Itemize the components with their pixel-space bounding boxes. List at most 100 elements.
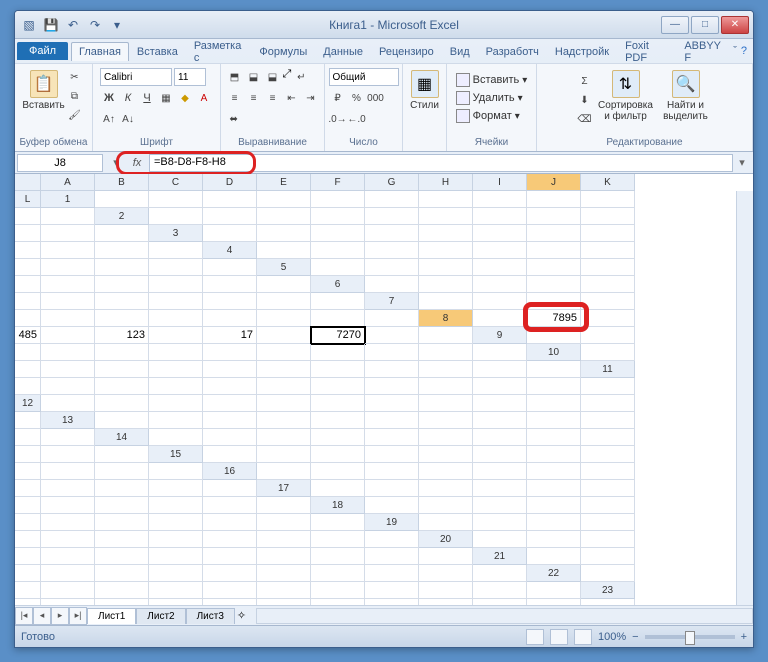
cell-K17[interactable]: [203, 497, 257, 514]
cell-E18[interactable]: [581, 497, 635, 514]
format-cells-button[interactable]: Формат ▾: [454, 108, 530, 124]
save-icon[interactable]: 💾: [41, 15, 61, 35]
cell-G8[interactable]: [149, 327, 203, 344]
cell-A4[interactable]: [257, 242, 311, 259]
cell-G22[interactable]: [257, 582, 311, 599]
cell-D2[interactable]: [311, 208, 365, 225]
cell-A8[interactable]: [473, 310, 527, 327]
cell-A7[interactable]: [419, 293, 473, 310]
cell-A23[interactable]: [15, 599, 41, 605]
cell-L11[interactable]: [581, 378, 635, 395]
cell-K21[interactable]: [419, 565, 473, 582]
cell-E7[interactable]: [15, 310, 41, 327]
cell-L14[interactable]: [95, 446, 149, 463]
col-header-A[interactable]: A: [41, 174, 95, 191]
zoom-slider[interactable]: [645, 635, 735, 639]
insert-cells-button[interactable]: Вставить ▾: [454, 72, 530, 88]
cell-G5[interactable]: [15, 276, 41, 293]
cell-E23[interactable]: [203, 599, 257, 605]
cell-B11[interactable]: [41, 378, 95, 395]
cell-E1[interactable]: [311, 191, 365, 208]
redo-icon[interactable]: ↷: [85, 15, 105, 35]
new-sheet-button[interactable]: ✧: [237, 609, 246, 622]
help-icon[interactable]: ?: [741, 45, 747, 57]
paste-button[interactable]: 📋Вставить: [24, 68, 64, 113]
cell-D18[interactable]: [527, 497, 581, 514]
col-header-E[interactable]: E: [257, 174, 311, 191]
cell-F20[interactable]: [95, 548, 149, 565]
col-header-D[interactable]: D: [203, 174, 257, 191]
col-header-C[interactable]: C: [149, 174, 203, 191]
cell-K13[interactable]: [15, 429, 41, 446]
cell-C14[interactable]: [257, 429, 311, 446]
cell-F14[interactable]: [419, 429, 473, 446]
cell-G18[interactable]: [41, 514, 95, 531]
cell-B6[interactable]: [419, 276, 473, 293]
align-right-button[interactable]: ≡: [264, 89, 282, 107]
cell-E2[interactable]: [365, 208, 419, 225]
cell-K19[interactable]: [311, 531, 365, 548]
row-header-22[interactable]: 22: [527, 565, 581, 582]
autosum-button[interactable]: Σ: [576, 72, 594, 90]
cell-C21[interactable]: [15, 565, 41, 582]
cell-L17[interactable]: [257, 497, 311, 514]
cell-F8[interactable]: 123: [95, 327, 149, 344]
vertical-scrollbar[interactable]: [736, 191, 753, 605]
col-header-B[interactable]: B: [95, 174, 149, 191]
align-top-button[interactable]: ⬒: [226, 68, 244, 86]
cell-H13[interactable]: [473, 412, 527, 429]
cell-C15[interactable]: [311, 446, 365, 463]
tab-view[interactable]: Вид: [442, 42, 478, 61]
decrease-indent-button[interactable]: ⇤: [283, 89, 301, 107]
cell-E6[interactable]: [581, 276, 635, 293]
cell-B18[interactable]: [419, 497, 473, 514]
italic-button[interactable]: К: [119, 89, 137, 107]
formula-input[interactable]: =B8-D8-F8-H8: [149, 154, 733, 172]
cell-H15[interactable]: [581, 446, 635, 463]
col-header-F[interactable]: F: [311, 174, 365, 191]
cell-J19[interactable]: [257, 531, 311, 548]
bold-button[interactable]: Ж: [100, 89, 118, 107]
minimize-button[interactable]: —: [661, 16, 689, 34]
delete-cells-button[interactable]: Удалить ▾: [454, 90, 530, 106]
sort-filter-button[interactable]: ⇅Сортировка и фильтр: [596, 68, 656, 124]
cell-E17[interactable]: [527, 480, 581, 497]
cell-D4[interactable]: [419, 242, 473, 259]
increase-decimal-button[interactable]: .0→: [329, 110, 347, 128]
zoom-level[interactable]: 100%: [598, 631, 626, 643]
cut-icon[interactable]: ✂: [66, 68, 84, 86]
tab-addins[interactable]: Надстройк: [547, 42, 617, 61]
cell-G12[interactable]: [365, 395, 419, 412]
cell-K3[interactable]: [95, 242, 149, 259]
cell-A3[interactable]: [203, 225, 257, 242]
cell-E13[interactable]: [311, 412, 365, 429]
cell-A1[interactable]: [95, 191, 149, 208]
cell-F18[interactable]: [15, 514, 41, 531]
cell-C7[interactable]: [527, 293, 581, 310]
cell-E9[interactable]: [95, 344, 149, 361]
sheet-tab-3[interactable]: Лист3: [186, 608, 235, 624]
cell-A2[interactable]: [149, 208, 203, 225]
fill-button[interactable]: ⬇: [576, 91, 594, 109]
cell-J7[interactable]: [257, 310, 311, 327]
sheet-nav-next[interactable]: ▸: [51, 607, 69, 625]
cell-L23[interactable]: [581, 599, 635, 605]
cell-L21[interactable]: [473, 565, 527, 582]
row-header-6[interactable]: 6: [311, 276, 365, 293]
row-header-2[interactable]: 2: [95, 208, 149, 225]
cell-K23[interactable]: [527, 599, 581, 605]
undo-icon[interactable]: ↶: [63, 15, 83, 35]
percent-button[interactable]: %: [348, 89, 366, 107]
orientation-button[interactable]: ⤢: [283, 68, 292, 86]
row-header-10[interactable]: 10: [527, 344, 581, 361]
cell-D8[interactable]: 485: [15, 327, 41, 344]
cell-J10[interactable]: [419, 361, 473, 378]
cell-K2[interactable]: [41, 225, 95, 242]
cell-K15[interactable]: [95, 463, 149, 480]
cell-H7[interactable]: [149, 310, 203, 327]
cell-C9[interactable]: [15, 344, 41, 361]
format-painter-icon[interactable]: 🖌: [66, 106, 84, 124]
cell-I6[interactable]: [149, 293, 203, 310]
name-box[interactable]: J8: [17, 154, 103, 172]
cell-B3[interactable]: [257, 225, 311, 242]
